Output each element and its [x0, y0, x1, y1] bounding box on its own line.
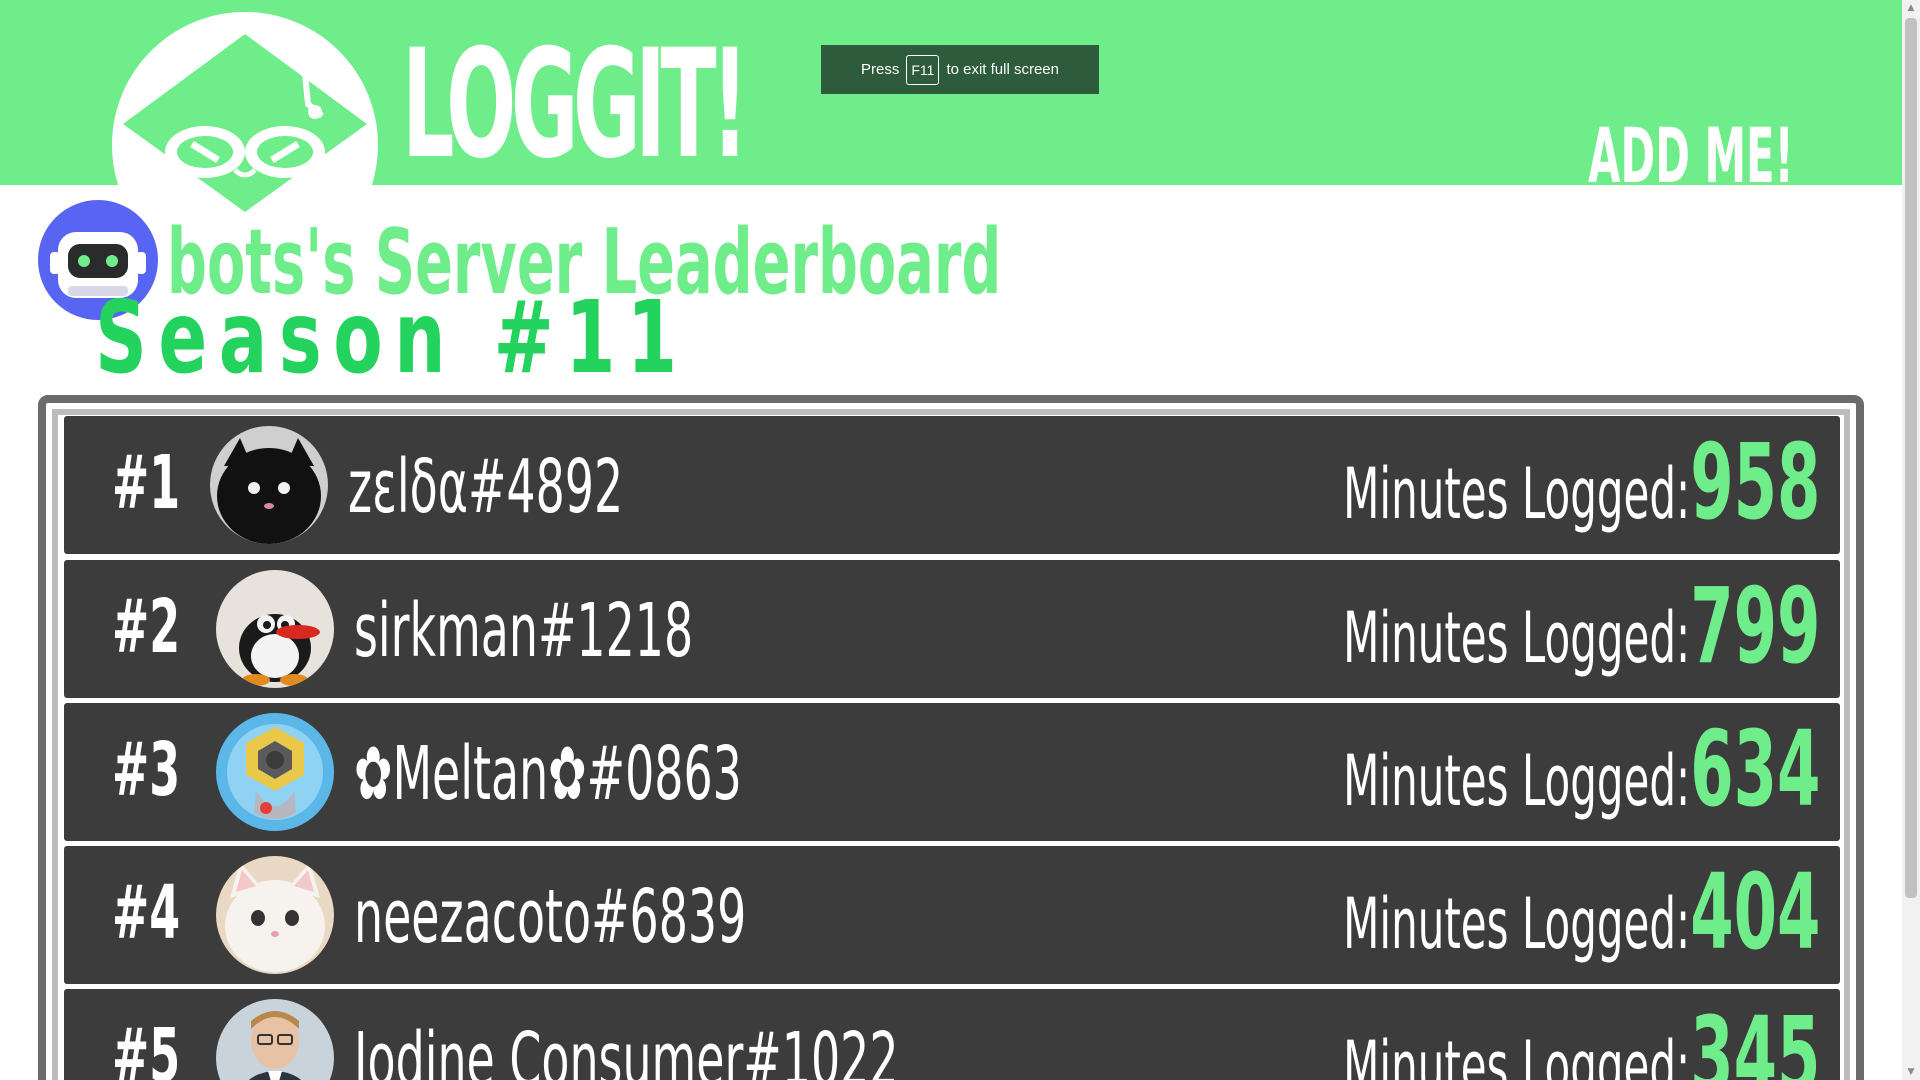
minutes-value: 345 [1689, 994, 1820, 1080]
fullscreen-toast: Press F11 to exit full screen [821, 45, 1099, 94]
score: Minutes Logged: 958 [1343, 430, 1820, 534]
rank-label: #4 [112, 870, 181, 956]
user-avatar [216, 999, 334, 1080]
rank-label: #1 [112, 440, 181, 526]
leaderboard-row: #5 Iodine Consumer#1022 Minutes Logged: … [64, 989, 1840, 1080]
score-label: Minutes Logged: [1342, 453, 1690, 535]
minutes-value: 404 [1689, 851, 1820, 973]
rank-label: #3 [112, 727, 181, 813]
score-label: Minutes Logged: [1342, 1026, 1690, 1080]
vertical-scrollbar[interactable]: ▲ ▼ [1902, 0, 1920, 1080]
score-label: Minutes Logged: [1342, 597, 1690, 679]
score-label: Minutes Logged: [1342, 740, 1690, 822]
username: Iodine Consumer#1022 [354, 1017, 899, 1080]
username: zεlδα#4892 [348, 444, 624, 530]
minutes-value: 634 [1689, 708, 1820, 830]
user-avatar [210, 426, 328, 544]
user-avatar [216, 713, 334, 831]
season-title: Season #11 [95, 279, 689, 396]
brand-title: LOGGIT! [402, 18, 749, 192]
score: Minutes Logged: 799 [1343, 574, 1820, 678]
fullscreen-toast-prefix: Press [861, 61, 900, 78]
score: Minutes Logged: 634 [1343, 717, 1820, 821]
page: LOGGIT! ADD ME! Press F11 to exit full s… [0, 0, 1920, 1080]
username: ✿Meltan✿#0863 [354, 731, 742, 817]
score: Minutes Logged: 345 [1343, 1003, 1820, 1080]
rank-label: #2 [112, 584, 181, 670]
leaderboard-row: #3 ✿Meltan✿#0863 Minutes Logged: 634 [64, 703, 1840, 841]
leaderboard-row: #4 neezacoto#6839 Minutes Logged: 404 [64, 846, 1840, 984]
fullscreen-toast-suffix: to exit full screen [946, 61, 1059, 78]
score-label: Minutes Logged: [1342, 883, 1690, 965]
add-me-link[interactable]: ADD ME! [1588, 118, 1794, 194]
leaderboard-row: #1 zεlδα#4892 Minutes Logged: 958 [64, 416, 1840, 554]
score: Minutes Logged: 404 [1343, 860, 1820, 964]
f11-key-badge: F11 [906, 54, 940, 85]
username: neezacoto#6839 [354, 874, 747, 960]
user-avatar [216, 570, 334, 688]
scroll-up-arrow-icon[interactable]: ▲ [1902, 0, 1920, 16]
user-avatar [216, 856, 334, 974]
minutes-value: 958 [1689, 421, 1820, 543]
username: sirkman#1218 [354, 588, 694, 674]
minutes-value: 799 [1689, 565, 1820, 687]
scroll-down-arrow-icon[interactable]: ▼ [1902, 1064, 1920, 1080]
leaderboard-row: #2 sirkman#1218 Minutes Logged: 799 [64, 560, 1840, 698]
rank-label: #5 [112, 1013, 181, 1080]
scrollbar-thumb[interactable] [1905, 18, 1917, 898]
